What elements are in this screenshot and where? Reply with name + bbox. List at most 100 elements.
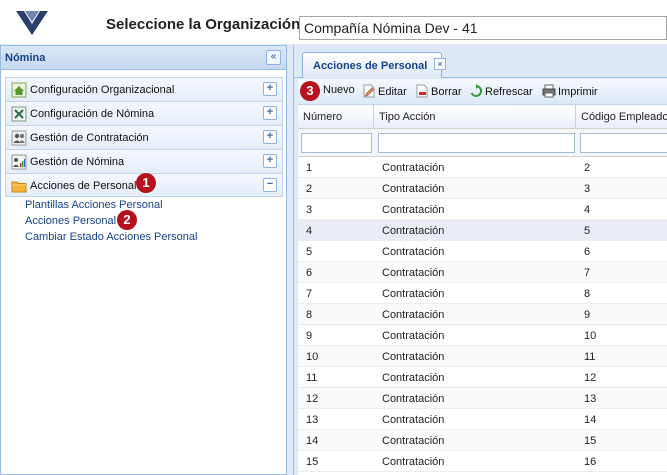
cell-tipo-accion: Contratación <box>382 162 445 174</box>
sidebar-item-label: Gestión de Contratación <box>30 132 149 144</box>
table-row[interactable]: 4 Contratación 5 <box>298 220 667 241</box>
link-cambiar-estado-acciones-personal[interactable]: Cambiar Estado Acciones Personal <box>25 231 197 243</box>
sidebar-item-gestion-nomina[interactable]: Gestión de Nómina + <box>5 149 283 173</box>
table-row[interactable]: 15 Contratación 16 <box>298 451 667 472</box>
cell-codigo-empleado: 11 <box>584 351 596 363</box>
cell-tipo-accion: Contratación <box>382 288 445 300</box>
table-row[interactable]: 9 Contratación 10 <box>298 325 667 346</box>
nuevo-button[interactable]: Nuevo <box>323 84 355 100</box>
sidebar-item-label: Configuración Organizacional <box>30 84 175 96</box>
tools-icon <box>11 106 27 122</box>
close-icon[interactable]: × <box>434 58 446 70</box>
expand-icon[interactable]: + <box>263 154 277 168</box>
table-row[interactable]: 2 Contratación 3 <box>298 178 667 199</box>
cell-tipo-accion: Contratación <box>382 330 445 342</box>
cell-tipo-accion: Contratación <box>382 372 445 384</box>
table-row[interactable]: 7 Contratación 8 <box>298 283 667 304</box>
refresh-icon <box>470 84 483 97</box>
cell-numero: 7 <box>306 288 313 300</box>
borrar-label: Borrar <box>431 86 462 98</box>
cell-codigo-empleado: 15 <box>584 435 597 447</box>
cell-numero: 14 <box>306 435 319 447</box>
filter-codigo-empleado-input[interactable] <box>580 133 667 153</box>
refrescar-button[interactable]: Refrescar <box>469 84 533 100</box>
borrar-button[interactable]: Borrar <box>415 84 462 100</box>
chart-people-icon <box>11 154 27 170</box>
cell-codigo-empleado: 6 <box>584 246 591 258</box>
cell-codigo-empleado: 4 <box>584 204 591 216</box>
cell-tipo-accion: Contratación <box>382 267 445 279</box>
expand-icon[interactable]: + <box>263 106 277 120</box>
sidebar-item-configuracion-nomina[interactable]: Configuración de Nómina + <box>5 101 283 125</box>
editar-label: Editar <box>378 86 407 98</box>
table-row[interactable]: 3 Contratación 4 <box>298 199 667 220</box>
expand-icon[interactable]: + <box>263 130 277 144</box>
column-header-codigo-empleado[interactable]: Código Empleado <box>576 105 667 129</box>
table-row[interactable]: 11 Contratación 12 <box>298 367 667 388</box>
sidebar-title: Nómina <box>5 52 46 64</box>
column-header-tipo-accion[interactable]: Tipo Acción <box>374 105 576 129</box>
table-row[interactable]: 8 Contratación 9 <box>298 304 667 325</box>
table-row[interactable]: 1 Contratación 2 <box>298 157 667 178</box>
print-icon <box>542 84 556 98</box>
imprimir-button[interactable]: Imprimir <box>542 84 598 100</box>
cell-codigo-empleado: 16 <box>584 456 597 468</box>
app-header: Seleccione la Organización: Compañía Nóm… <box>0 0 667 44</box>
column-header-numero[interactable]: Número <box>298 105 374 129</box>
acciones-grid: Número Tipo Acción Código Empleado 1 Cont… <box>298 105 667 475</box>
table-row[interactable]: 5 Contratación 6 <box>298 241 667 262</box>
cell-numero: 2 <box>306 183 313 195</box>
cell-codigo-empleado: 7 <box>584 267 591 279</box>
editar-button[interactable]: Editar <box>362 84 407 100</box>
collapse-sidebar-button[interactable]: « <box>266 50 281 65</box>
org-select[interactable]: Compañía Nómina Dev - 41 <box>299 16 667 40</box>
logo-icon <box>16 11 48 35</box>
cell-numero: 4 <box>306 225 313 237</box>
table-row[interactable]: 6 Contratación 7 <box>298 262 667 283</box>
link-acciones-personal[interactable]: Acciones Personal <box>25 215 116 227</box>
cell-numero: 9 <box>306 330 313 342</box>
sidebar-item-label: Configuración de Nómina <box>30 108 155 120</box>
cell-codigo-empleado: 9 <box>584 309 591 321</box>
table-row[interactable]: 13 Contratación 14 <box>298 409 667 430</box>
cell-tipo-accion: Contratación <box>382 393 445 405</box>
filter-tipo-accion-input[interactable] <box>378 133 575 153</box>
expand-icon[interactable]: + <box>263 82 277 96</box>
cell-codigo-empleado: 2 <box>584 162 591 174</box>
main-panel: Acciones de Personal × 3 Nuevo Editar Bo… <box>293 45 667 475</box>
tab-label: Acciones de Personal <box>313 60 428 72</box>
sidebar-item-gestion-contratacion[interactable]: Gestión de Contratación + <box>5 125 283 149</box>
cell-tipo-accion: Contratación <box>382 225 445 237</box>
sidebar-panel: Nómina « Configuración Organizacional + … <box>0 45 287 475</box>
cell-tipo-accion: Contratación <box>382 351 445 363</box>
grid-toolbar: 3 Nuevo Editar Borrar Refrescar Imprimir <box>298 79 667 105</box>
step-badge-1: 1 <box>136 173 156 193</box>
refrescar-label: Refrescar <box>485 86 533 98</box>
cell-tipo-accion: Contratación <box>382 414 445 426</box>
cell-tipo-accion: Contratación <box>382 204 445 216</box>
sidebar-header: Nómina « <box>1 46 286 70</box>
link-plantillas-acciones-personal[interactable]: Plantillas Acciones Personal <box>25 199 163 211</box>
filter-row <box>298 129 667 157</box>
step-badge-2: 2 <box>117 210 137 230</box>
cell-codigo-empleado: 12 <box>584 372 597 384</box>
cell-numero: 3 <box>306 204 313 216</box>
sidebar-item-configuracion-organizacional[interactable]: Configuración Organizacional + <box>5 77 283 101</box>
table-row[interactable]: 14 Contratación 15 <box>298 430 667 451</box>
table-row[interactable]: 10 Contratación 11 <box>298 346 667 367</box>
cell-tipo-accion: Contratación <box>382 246 445 258</box>
cell-codigo-empleado: 10 <box>584 330 597 342</box>
cell-codigo-empleado: 14 <box>584 414 597 426</box>
cell-numero: 15 <box>306 456 319 468</box>
org-label: Seleccione la Organización: <box>106 16 306 33</box>
filter-numero-input[interactable] <box>301 133 372 153</box>
sidebar-item-label: Acciones de Personal <box>30 180 137 192</box>
tab-acciones-personal[interactable]: Acciones de Personal × <box>302 52 446 78</box>
cell-codigo-empleado: 13 <box>584 393 597 405</box>
cell-numero: 6 <box>306 267 313 279</box>
cell-numero: 8 <box>306 309 313 321</box>
collapse-icon[interactable]: − <box>263 178 277 192</box>
table-row[interactable]: 12 Contratación 13 <box>298 388 667 409</box>
cell-codigo-empleado: 8 <box>584 288 591 300</box>
grid-header: Número Tipo Acción Código Empleado <box>298 105 667 129</box>
